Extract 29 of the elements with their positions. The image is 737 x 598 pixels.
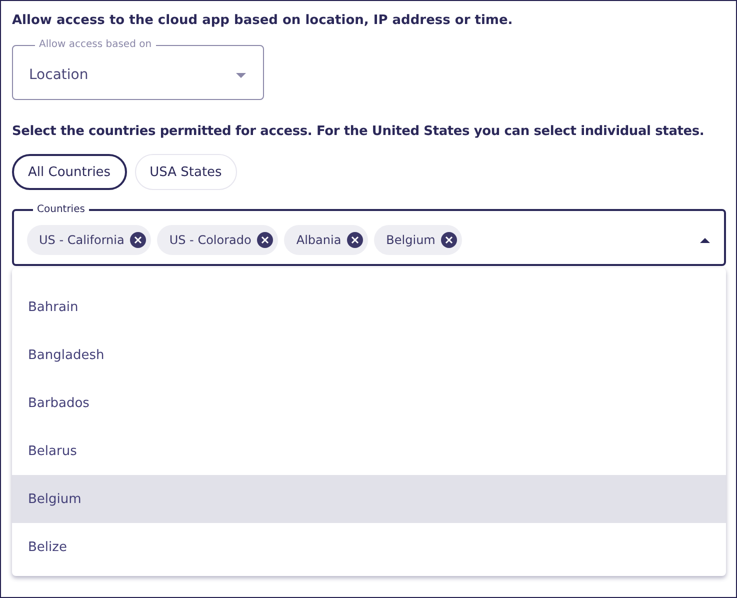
country-chip[interactable]: Belgium bbox=[374, 225, 462, 255]
country-chip[interactable]: US - California bbox=[27, 225, 152, 255]
country-option[interactable]: Belize bbox=[12, 523, 726, 571]
chip-label: US - California bbox=[39, 233, 124, 247]
country-option[interactable]: Barbados bbox=[12, 379, 726, 427]
country-chip[interactable]: US - Colorado bbox=[157, 225, 278, 255]
filter-toggle[interactable]: USA States bbox=[134, 154, 237, 190]
country-option[interactable]: Belarus bbox=[12, 427, 726, 475]
collapse-arrow-icon[interactable] bbox=[700, 238, 710, 242]
chip-label: Belgium bbox=[386, 233, 436, 247]
chip-label: US - Colorado bbox=[169, 233, 252, 247]
remove-icon[interactable] bbox=[347, 232, 364, 248]
select-value: Location bbox=[29, 67, 88, 83]
remove-icon[interactable] bbox=[257, 232, 274, 248]
chip-label: Albania bbox=[296, 233, 342, 247]
remove-icon[interactable] bbox=[130, 232, 146, 248]
filter-toggle[interactable]: All Countries bbox=[12, 154, 127, 190]
remove-icon[interactable] bbox=[441, 232, 458, 248]
field-label: Countries bbox=[36, 204, 86, 216]
country-option[interactable]: Belgium bbox=[12, 475, 726, 523]
country-chip[interactable]: Albania bbox=[284, 225, 368, 255]
select-label: Allow access based on bbox=[38, 39, 153, 51]
country-option[interactable]: Bahrain bbox=[12, 283, 726, 331]
instructions: Select the countries permitted for access. For the United States you can select individual states. bbox=[12, 124, 706, 139]
access-select[interactable]: Allow access based on Location bbox=[12, 39, 264, 100]
countries-field[interactable]: Countries US - California US - Colorado Albania Belgium bbox=[12, 204, 726, 266]
heading: Allow access to the cloud app based on location, IP address or time. bbox=[12, 13, 514, 28]
dropdown-arrow-icon[interactable] bbox=[236, 72, 246, 78]
country-option[interactable]: Bangladesh bbox=[12, 331, 726, 379]
